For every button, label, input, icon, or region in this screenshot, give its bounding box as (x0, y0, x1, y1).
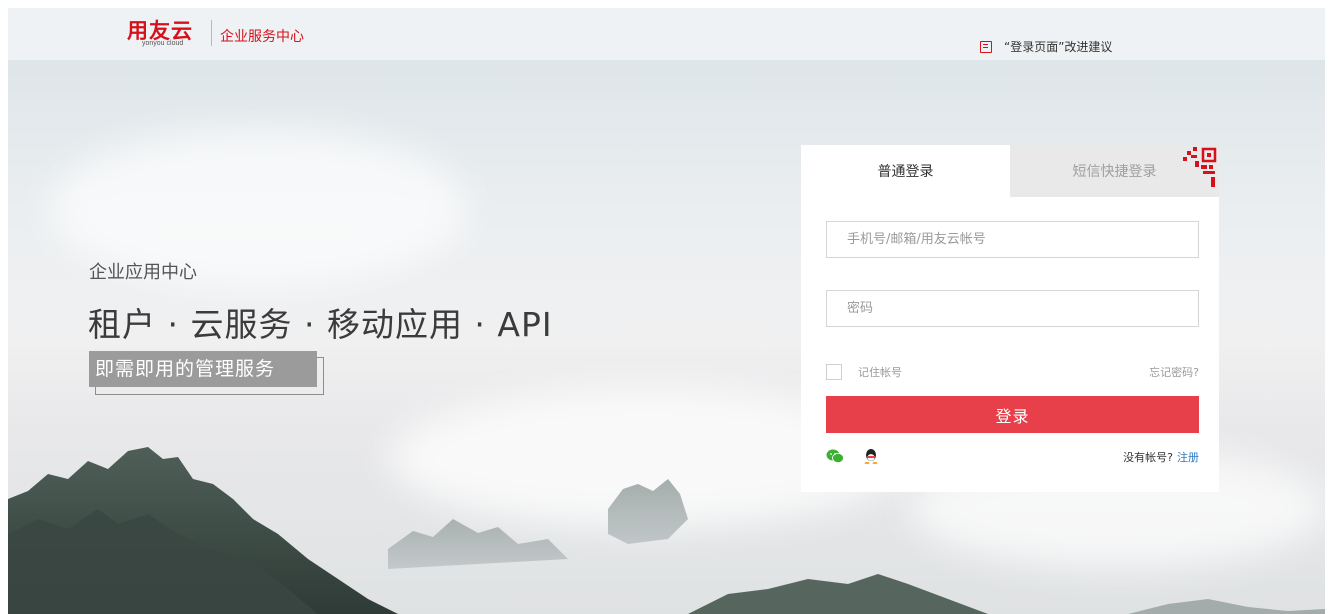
login-card: 普通登录 短信快捷登录 记住帐号 忘记密码? (801, 145, 1219, 492)
promo-subtitle: 企业应用中心 (89, 262, 197, 283)
promo-tagline: 即需即用的管理服务 (89, 351, 317, 387)
wechat-icon[interactable] (826, 448, 844, 464)
top-header: 用友云 yonyou cloud 企业服务中心 “登录页面”改进建议 (8, 8, 1325, 60)
promo-tagline-box: 即需即用的管理服务 (89, 351, 326, 397)
login-tabs: 普通登录 短信快捷登录 (801, 145, 1219, 197)
no-account-label: 没有帐号? (1123, 451, 1173, 464)
tab-normal-login[interactable]: 普通登录 (801, 145, 1010, 197)
feedback-link[interactable]: “登录页面”改进建议 (980, 38, 1112, 55)
qr-code-icon[interactable] (1181, 145, 1219, 191)
remember-account-toggle[interactable]: 记住帐号 (826, 364, 902, 380)
logo-subtext: yonyou cloud (142, 40, 184, 47)
forgot-password-link[interactable]: 忘记密码? (1149, 364, 1199, 380)
login-button[interactable]: 登录 (826, 396, 1199, 433)
promo-headline: 租户 · 云服务 · 移动应用 · API (88, 305, 553, 344)
feedback-icon (980, 40, 992, 53)
social-login (826, 448, 898, 464)
remember-checkbox[interactable] (826, 364, 842, 380)
logo-divider (211, 20, 212, 46)
remember-label: 记住帐号 (858, 366, 902, 379)
register-link[interactable]: 注册 (1177, 451, 1199, 464)
login-page: 用友云 yonyou cloud 企业服务中心 “登录页面”改进建议 企业应用中… (8, 8, 1325, 614)
account-input[interactable] (826, 221, 1199, 258)
brand-logo[interactable]: 用友云 yonyou cloud (124, 15, 204, 53)
qq-icon[interactable] (862, 448, 880, 464)
password-input[interactable] (826, 290, 1199, 327)
feedback-label: “登录页面”改进建议 (1004, 40, 1113, 54)
signup-prompt: 没有帐号? 注册 (1123, 449, 1199, 465)
header-title: 企业服务中心 (220, 29, 304, 45)
